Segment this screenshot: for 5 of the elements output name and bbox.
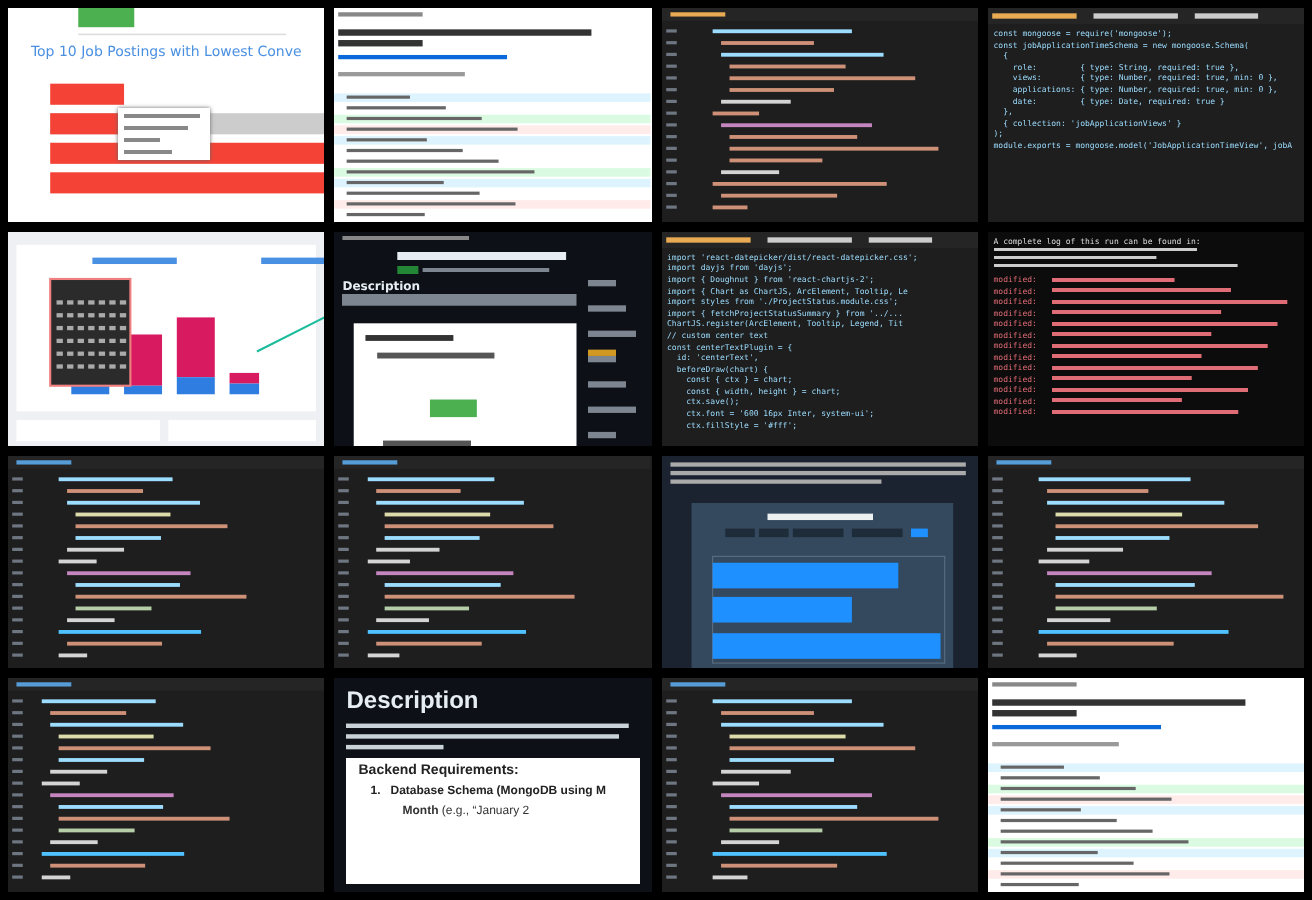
chart-bar — [711, 595, 851, 622]
chart-bar — [50, 83, 125, 105]
chart-title-drawing — [766, 512, 872, 520]
tooltip — [118, 108, 210, 160]
section-heading: Description — [346, 686, 481, 715]
